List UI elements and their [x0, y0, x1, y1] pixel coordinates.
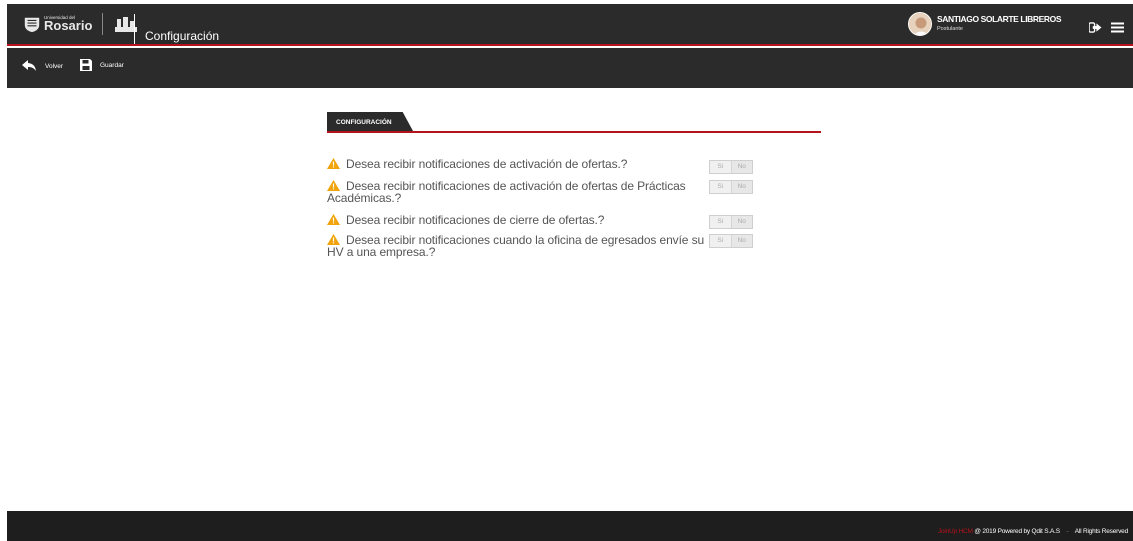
- warning-icon: [327, 214, 340, 225]
- logout-icon[interactable]: [1089, 22, 1102, 33]
- option-text: Desea recibir notificaciones de activaci…: [327, 158, 707, 170]
- user-info: SANTIAGO SOLARTE LIBREROS Postulante: [937, 12, 1062, 32]
- logo-wordmark: Universidad del Rosario: [44, 15, 93, 34]
- avatar-face-icon: [909, 13, 931, 35]
- yes-no-toggle[interactable]: Si No: [709, 215, 753, 229]
- option-label: Desea recibir notificaciones de activaci…: [327, 179, 686, 205]
- logo-divider: [102, 13, 104, 35]
- tab-configuracion[interactable]: CONFIGURACIÓN: [327, 112, 413, 131]
- save-label: Guardar: [100, 61, 124, 69]
- option-label: Desea recibir notificaciones de cierre d…: [346, 213, 605, 227]
- option-label: Desea recibir notificaciones cuando la o…: [327, 233, 705, 259]
- back-label: Volver: [45, 62, 64, 70]
- footer: JoinUp HCM @ 2019 Powered by Qdit S.A.S …: [7, 511, 1133, 541]
- warning-icon: [327, 180, 340, 191]
- toggle-no[interactable]: No: [732, 235, 753, 247]
- back-arrow-icon: [22, 60, 36, 71]
- yes-no-toggle[interactable]: Si No: [709, 160, 753, 174]
- toggle-no[interactable]: No: [732, 216, 753, 228]
- user-profile[interactable]: SANTIAGO SOLARTE LIBREROS Postulante: [908, 12, 1062, 36]
- action-toolbar: Volver Guardar: [7, 48, 1133, 88]
- top-header: Universidad del Rosario Configuración SA…: [7, 4, 1133, 46]
- warning-icon: [327, 158, 340, 169]
- warning-icon: [327, 234, 340, 245]
- option-text: Desea recibir notificaciones de cierre d…: [327, 214, 707, 226]
- title-divider: [134, 14, 135, 44]
- footer-separator: -: [1066, 528, 1069, 535]
- logo-big-text: Rosario: [44, 18, 93, 34]
- avatar[interactable]: [908, 12, 932, 36]
- save-icon: [80, 59, 92, 71]
- user-name: SANTIAGO SOLARTE LIBREROS: [937, 14, 1062, 24]
- option-text: Desea recibir notificaciones cuando la o…: [327, 234, 707, 258]
- menu-icon[interactable]: [1111, 22, 1124, 33]
- header-actions: [1089, 22, 1124, 33]
- page-title: Configuración: [145, 29, 220, 43]
- section-header: CONFIGURACIÓN: [327, 112, 821, 133]
- toggle-yes[interactable]: Si: [710, 235, 732, 247]
- footer-powered: @ 2019 Powered by Qdit S.A.S: [974, 528, 1060, 535]
- user-role: Postulante: [937, 26, 963, 32]
- footer-text: JoinUp HCM @ 2019 Powered by Qdit S.A.S …: [938, 528, 1128, 535]
- university-crest-icon: [24, 17, 40, 33]
- footer-brand-link[interactable]: JoinUp HCM: [938, 528, 973, 535]
- toggle-no[interactable]: No: [732, 161, 753, 173]
- university-logo[interactable]: Universidad del Rosario: [23, 11, 139, 37]
- toggle-yes[interactable]: Si: [710, 161, 732, 173]
- yes-no-toggle[interactable]: Si No: [709, 234, 753, 248]
- option-label: Desea recibir notificaciones de activaci…: [346, 157, 628, 171]
- toggle-yes[interactable]: Si: [710, 216, 732, 228]
- footer-rights: All Rights Reserved: [1074, 528, 1128, 535]
- yes-no-toggle[interactable]: Si No: [709, 180, 753, 194]
- option-text: Desea recibir notificaciones de activaci…: [327, 180, 707, 204]
- toggle-no[interactable]: No: [732, 181, 753, 193]
- back-button[interactable]: Volver: [22, 60, 63, 72]
- building-icon: [115, 17, 138, 32]
- save-button[interactable]: Guardar: [80, 59, 124, 71]
- toggle-yes[interactable]: Si: [710, 181, 732, 193]
